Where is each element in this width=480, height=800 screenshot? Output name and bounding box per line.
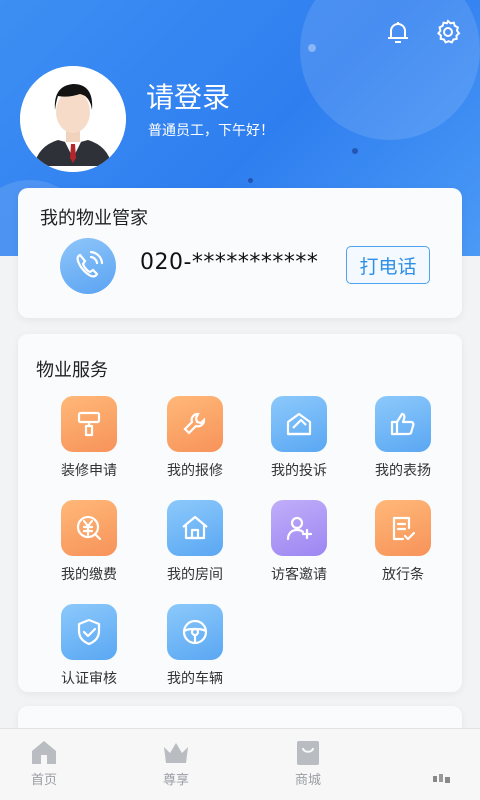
service-room[interactable]: 我的房间: [150, 500, 240, 584]
add-user-icon: [271, 500, 327, 556]
service-label: 访客邀请: [271, 567, 327, 583]
home-icon: [29, 737, 59, 767]
service-label: 我的房间: [167, 567, 223, 583]
thumbs-up-icon: [375, 396, 431, 452]
bell-icon[interactable]: [384, 18, 412, 46]
phone-icon: [60, 238, 116, 294]
tab-home[interactable]: 首页: [4, 729, 84, 800]
tab-label: 首页: [30, 773, 57, 788]
service-label: 我的车辆: [167, 671, 223, 687]
tab-label: 商城: [294, 773, 321, 788]
paint-roller-icon: [61, 396, 117, 452]
manager-phone-number: 020-***********: [140, 250, 319, 275]
tab-label: 尊享: [162, 773, 189, 788]
bottom-tab-bar: 首页 尊享 商城: [0, 728, 480, 800]
avatar[interactable]: [20, 66, 126, 172]
property-services-card: 物业服务 装修申请 我的报修 我的投诉 我的表扬 我的缴费 我的房间 访客邀请 …: [18, 334, 462, 692]
service-label: 我的投诉: [271, 463, 327, 479]
steering-wheel-icon: [167, 604, 223, 660]
envelope-icon: [271, 396, 327, 452]
service-payment[interactable]: 我的缴费: [44, 500, 134, 584]
shopping-bag-icon: [293, 737, 323, 767]
services-title: 物业服务: [36, 360, 108, 381]
property-manager-card: 我的物业管家 020-*********** 打电话: [18, 188, 462, 318]
settings-icon[interactable]: [434, 18, 462, 46]
service-vehicle[interactable]: 我的车辆: [150, 604, 240, 688]
call-button[interactable]: 打电话: [346, 246, 430, 284]
floating-corner-badge-icon[interactable]: [432, 772, 452, 789]
service-label: 我的缴费: [61, 567, 117, 583]
tab-exclusive[interactable]: 尊享: [136, 729, 216, 800]
service-praise[interactable]: 我的表扬: [358, 396, 448, 480]
login-prompt[interactable]: 请登录: [146, 76, 230, 116]
service-label: 认证审核: [61, 671, 117, 687]
tab-mall[interactable]: 商城: [268, 729, 348, 800]
service-label: 我的报修: [167, 463, 223, 479]
service-label: 我的表扬: [375, 463, 431, 479]
service-repair[interactable]: 我的报修: [150, 396, 240, 480]
service-release-pass[interactable]: 放行条: [358, 500, 448, 584]
service-complaint[interactable]: 我的投诉: [254, 396, 344, 480]
house-icon: [167, 500, 223, 556]
yuan-payment-icon: [61, 500, 117, 556]
service-renovation[interactable]: 装修申请: [44, 396, 134, 480]
crown-icon: [161, 737, 191, 767]
decor-dot: [308, 44, 316, 52]
pass-document-icon: [375, 500, 431, 556]
shield-check-icon: [61, 604, 117, 660]
service-verification[interactable]: 认证审核: [44, 604, 134, 688]
decor-dot: [248, 178, 253, 183]
manager-card-title: 我的物业管家: [40, 208, 148, 229]
service-label: 装修申请: [61, 463, 117, 479]
service-label: 放行条: [382, 567, 424, 583]
wrench-icon: [167, 396, 223, 452]
service-visitor[interactable]: 访客邀请: [254, 500, 344, 584]
greeting-text: 普通员工，下午好！: [148, 123, 274, 139]
decor-dot: [352, 148, 358, 154]
